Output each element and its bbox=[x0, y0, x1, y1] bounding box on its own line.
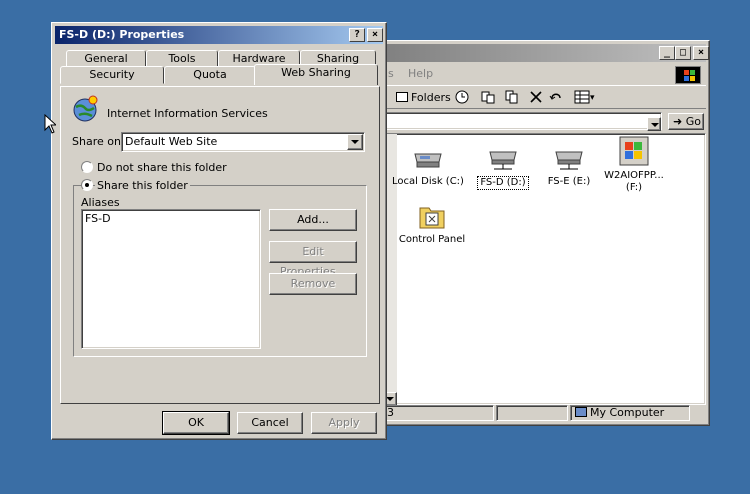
help-button[interactable]: ? bbox=[349, 28, 365, 42]
folders-icon bbox=[396, 92, 408, 102]
web-sharing-panel: Internet Information Services Share on: … bbox=[60, 86, 380, 404]
undo-icon[interactable] bbox=[548, 89, 564, 107]
tab-strip: General Tools Hardware Sharing Security … bbox=[60, 50, 380, 86]
drive-item-c[interactable]: Local Disk (C:) bbox=[388, 146, 468, 188]
control-panel-item[interactable]: Control Panel bbox=[392, 204, 472, 246]
dialog-close-button[interactable]: × bbox=[367, 28, 383, 42]
share-on-label: Share on: bbox=[72, 135, 125, 148]
network-drive-icon bbox=[489, 151, 517, 170]
share-on-select[interactable]: Default Web Site bbox=[121, 132, 365, 152]
go-arrow-icon: ➜ bbox=[673, 115, 683, 128]
apply-button[interactable]: Apply bbox=[311, 412, 377, 434]
copy-to-icon[interactable] bbox=[504, 89, 520, 107]
cancel-button[interactable]: Cancel bbox=[237, 412, 303, 434]
computer-icon bbox=[575, 407, 587, 417]
drive-item-f[interactable]: W2AIOFPP... (F:) bbox=[594, 136, 674, 194]
explorer-menubar: ls Help bbox=[382, 63, 706, 83]
minimize-button[interactable]: _ bbox=[659, 46, 675, 60]
status-cell-zone: My Computer bbox=[570, 405, 690, 421]
do-not-share-label[interactable]: Do not share this folder bbox=[97, 161, 227, 174]
list-item[interactable]: FS-D bbox=[85, 212, 111, 225]
explorer-titlebar[interactable]: _ □ × bbox=[382, 44, 709, 62]
status-cell-size bbox=[496, 405, 568, 421]
add-alias-button[interactable]: Add... bbox=[269, 209, 357, 231]
file-view[interactable]: Local Disk (C:) FS-D (D:) FS-E (E:) W2AI… bbox=[382, 133, 706, 406]
tab-web-sharing[interactable]: Web Sharing bbox=[254, 64, 378, 85]
address-bar: ➜ Go bbox=[382, 110, 706, 132]
share-this-folder-label[interactable]: Share this folder bbox=[95, 179, 190, 192]
maximize-button[interactable]: □ bbox=[675, 46, 691, 60]
hard-drive-icon bbox=[414, 153, 442, 168]
tab-quota[interactable]: Quota bbox=[164, 66, 256, 84]
menu-help[interactable]: Help bbox=[408, 67, 433, 80]
tab-security[interactable]: Security bbox=[60, 66, 164, 84]
aliases-list[interactable]: FS-D bbox=[81, 209, 261, 349]
mouse-pointer-icon bbox=[44, 114, 56, 134]
history-icon[interactable] bbox=[454, 89, 470, 107]
my-computer-window[interactable]: _ □ × ls Help Folders ▾ ➜ Go Local Disk … bbox=[378, 40, 710, 426]
dialog-title: FS-D (D:) Properties bbox=[59, 28, 185, 41]
address-dropdown-button[interactable] bbox=[647, 117, 661, 131]
remove-alias-button[interactable]: Remove bbox=[269, 273, 357, 295]
dialog-titlebar[interactable]: FS-D (D:) Properties ? × bbox=[55, 26, 383, 44]
close-button[interactable]: × bbox=[693, 46, 709, 60]
move-to-icon[interactable] bbox=[480, 89, 496, 107]
status-cell-objects: 3 bbox=[382, 405, 494, 421]
do-not-share-radio[interactable] bbox=[81, 161, 93, 173]
explorer-toolbar: Folders ▾ bbox=[382, 85, 706, 109]
cd-drive-icon bbox=[619, 136, 649, 166]
address-field[interactable] bbox=[382, 112, 662, 131]
iis-globe-icon bbox=[73, 95, 98, 122]
share-this-folder-radio[interactable] bbox=[81, 179, 93, 191]
aliases-label: Aliases bbox=[81, 196, 120, 209]
properties-dialog[interactable]: FS-D (D:) Properties ? × General Tools H… bbox=[51, 22, 387, 440]
control-panel-icon bbox=[419, 207, 445, 229]
windows-logo-icon bbox=[675, 66, 701, 84]
delete-icon[interactable] bbox=[528, 89, 544, 107]
edit-properties-button[interactable]: Edit Properties... bbox=[269, 241, 357, 278]
folders-button[interactable]: Folders bbox=[396, 89, 451, 107]
share-on-dropdown-button[interactable] bbox=[347, 134, 363, 150]
network-drive-icon bbox=[555, 151, 583, 170]
ok-button[interactable]: OK bbox=[162, 411, 230, 435]
go-button[interactable]: ➜ Go bbox=[668, 113, 704, 130]
status-bar: 3 My Computer bbox=[382, 404, 706, 422]
views-icon[interactable]: ▾ bbox=[574, 89, 595, 107]
iis-label: Internet Information Services bbox=[107, 107, 268, 120]
